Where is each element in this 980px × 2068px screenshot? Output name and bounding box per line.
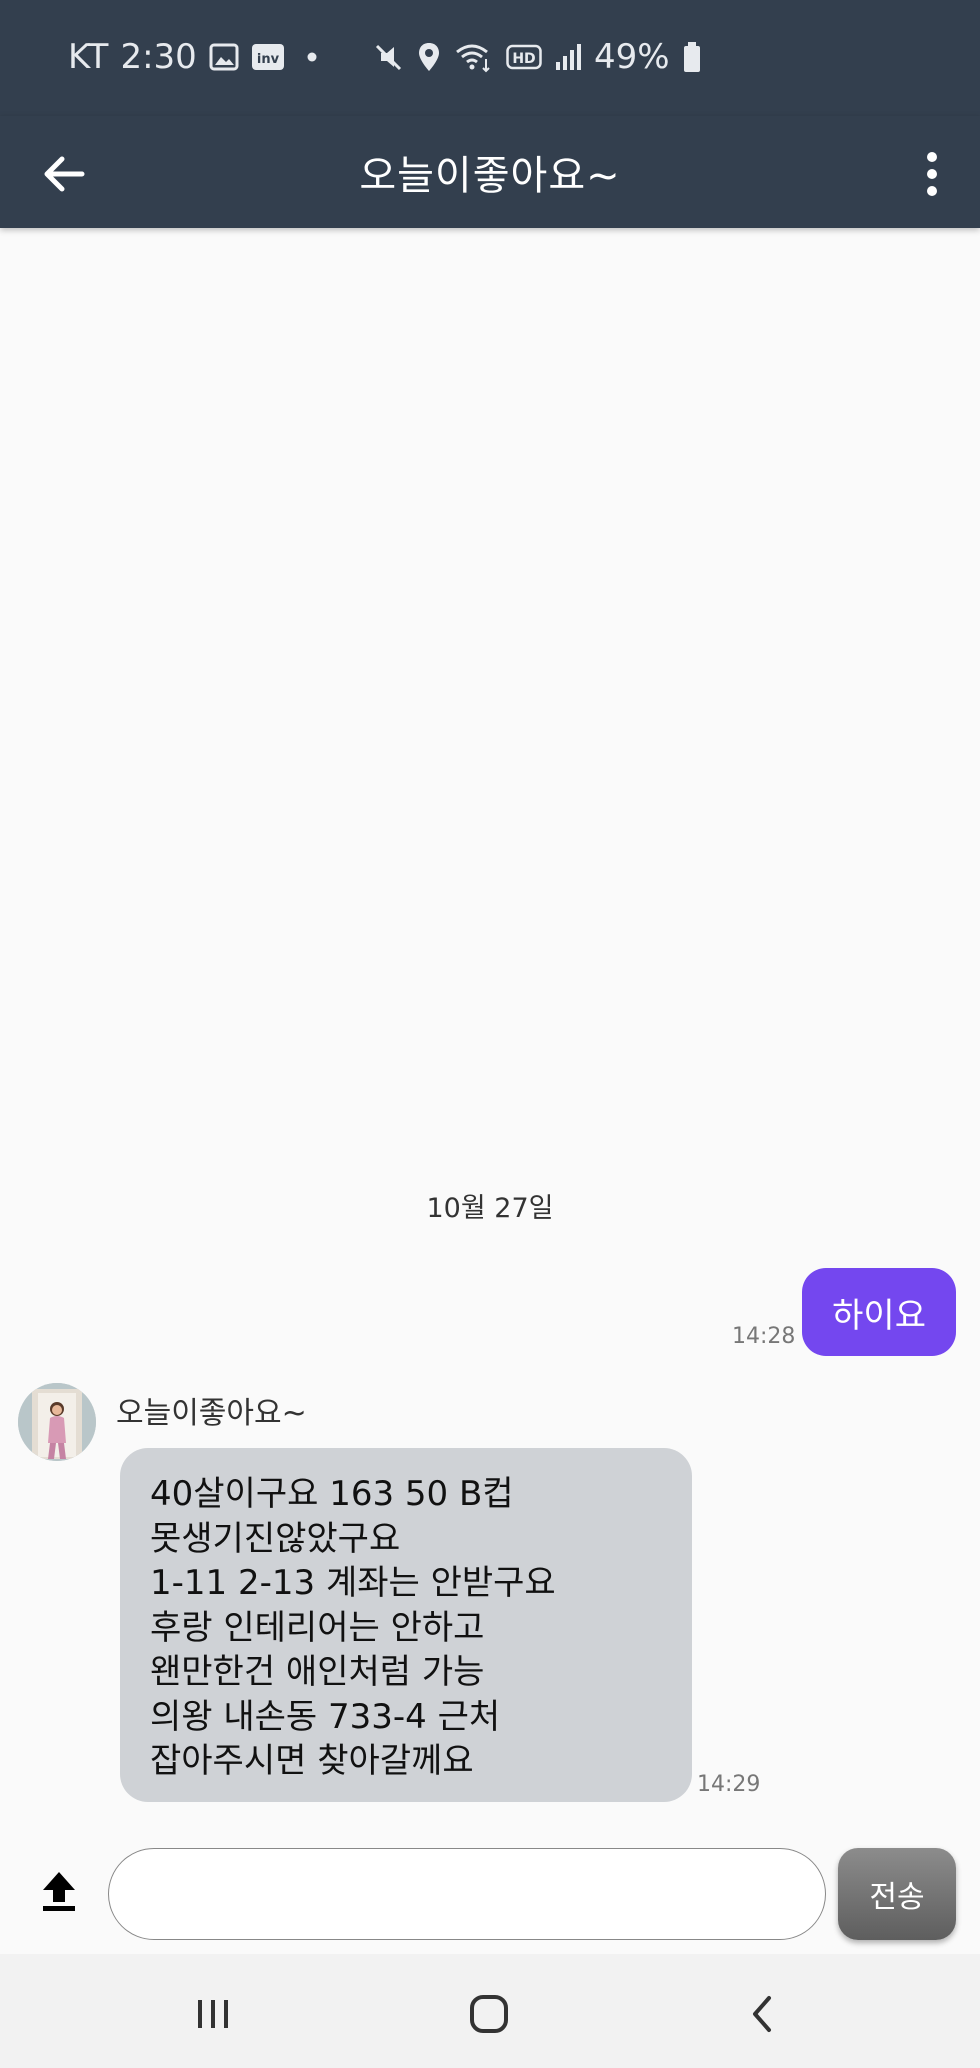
avatar[interactable] — [18, 1383, 96, 1461]
status-bar: KT 2:30 inv HD 49% — [0, 0, 980, 116]
upload-icon[interactable] — [34, 1866, 84, 1916]
message-line: 의왕 내손동 733-4 근처 — [150, 1696, 501, 1737]
dot-icon — [297, 42, 327, 72]
incoming-message-bubble[interactable]: 40살이구요 163 50 B컵 못생기진않았구요 1-11 2-13 계좌는 … — [120, 1448, 692, 1802]
wifi-icon — [454, 41, 494, 73]
status-left: KT 2:30 inv — [68, 28, 327, 86]
battery-percent: 49% — [594, 37, 670, 77]
system-nav-bar — [0, 1954, 980, 2068]
gallery-icon — [209, 42, 239, 72]
message-line: 못생기진않았구요 — [150, 1518, 401, 1559]
date-separator: 10월 27일 — [426, 1193, 554, 1224]
status-right: HD 49% — [372, 28, 702, 86]
back-icon[interactable] — [728, 1984, 798, 2044]
svg-text:HD: HD — [512, 51, 535, 67]
location-icon — [416, 41, 442, 73]
app-bar: 오늘이좋아요~ — [0, 116, 980, 228]
inv-app-icon: inv — [251, 42, 285, 72]
outgoing-message-bubble[interactable]: 하이요 — [802, 1268, 956, 1356]
recent-apps-icon[interactable] — [178, 1984, 248, 2044]
carrier-label: KT — [68, 37, 109, 77]
svg-text:inv: inv — [257, 52, 280, 67]
home-icon[interactable] — [454, 1984, 524, 2044]
message-line: 후랑 인테리어는 안하고 — [150, 1607, 485, 1648]
clock: 2:30 — [120, 37, 197, 77]
outgoing-message-time: 14:28 — [732, 1324, 796, 1349]
message-line: 왠만한건 애인처럼 가능 — [150, 1652, 485, 1692]
chat-title: 오늘이좋아요~ — [359, 153, 621, 199]
message-input[interactable] — [108, 1848, 826, 1940]
send-button[interactable]: 전송 — [838, 1848, 956, 1940]
signal-icon — [554, 42, 582, 72]
mute-icon — [372, 41, 404, 73]
more-vertical-icon[interactable] — [904, 142, 960, 206]
message-line: 잡아주시면 찾아갈께요 — [150, 1741, 474, 1781]
message-line: 1-11 2-13 계좌는 안받구요 — [150, 1563, 556, 1603]
battery-icon — [682, 41, 702, 73]
message-line: 40살이구요 163 50 B컵 — [150, 1474, 514, 1514]
back-arrow-icon[interactable] — [36, 142, 100, 206]
hd-voice-icon: HD — [506, 42, 542, 72]
sender-name: 오늘이좋아요~ — [116, 1396, 307, 1431]
incoming-message-time: 14:29 — [697, 1772, 761, 1797]
